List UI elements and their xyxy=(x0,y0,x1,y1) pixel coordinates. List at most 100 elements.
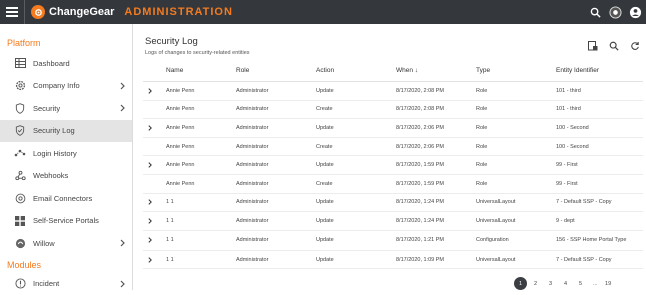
page-button[interactable]: 5 xyxy=(574,277,587,290)
sidebar-item-label: Self-Service Portals xyxy=(33,216,99,225)
cell-when: 8/17/2020, 1:24 PM xyxy=(396,218,476,224)
cell-when: 8/17/2020, 2:08 PM xyxy=(396,106,476,112)
portal-icon xyxy=(14,215,26,227)
sidebar-item-willow[interactable]: Willow xyxy=(0,232,132,255)
cell-action: Create xyxy=(316,106,396,112)
col-header-when[interactable]: When ↓ xyxy=(396,67,476,74)
cell-type: Role xyxy=(476,88,556,94)
sidebar-item-label: Willow xyxy=(33,239,55,248)
cell-name: Annie Penn xyxy=(156,162,236,168)
table-row[interactable]: 1 1AdministratorUpdate8/17/2020, 1:21 PM… xyxy=(143,231,643,251)
chevron-right-icon[interactable] xyxy=(148,257,152,263)
expand-row-cell xyxy=(143,88,156,94)
cell-type: Role xyxy=(476,106,556,112)
main-content: Security Log Logs of changes to security… xyxy=(134,24,646,290)
cell-name: Annie Penn xyxy=(156,144,236,150)
sidebar-item-webhooks[interactable]: Webhooks xyxy=(0,165,132,188)
settings-badge-icon[interactable] xyxy=(608,5,622,19)
menu-icon[interactable] xyxy=(0,0,24,24)
page-button[interactable]: 2 xyxy=(529,277,542,290)
table-row[interactable]: Annie PennAdministratorCreate8/17/2020, … xyxy=(143,175,643,194)
user-avatar-icon[interactable] xyxy=(628,5,642,19)
cell-name: 1 1 xyxy=(156,237,236,243)
table-row[interactable]: Annie PennAdministratorCreate8/17/2020, … xyxy=(143,138,643,157)
col-header-name[interactable]: Name xyxy=(156,67,236,74)
willow-icon xyxy=(14,237,26,249)
cell-entity: 100 - Second xyxy=(556,143,636,151)
top-bar: ChangeGear ADMINISTRATION xyxy=(0,0,646,24)
cell-type: UniversalLayout xyxy=(476,257,556,263)
cell-type: UniversalLayout xyxy=(476,199,556,205)
chevron-right-icon[interactable] xyxy=(148,218,152,224)
table-row[interactable]: 1 1AdministratorUpdate8/17/2020, 1:24 PM… xyxy=(143,212,643,231)
sidebar-item-security[interactable]: Security xyxy=(0,97,132,120)
sidebar-item-label: Dashboard xyxy=(33,59,70,68)
chevron-right-icon[interactable] xyxy=(148,162,152,168)
chevron-right-icon[interactable] xyxy=(148,199,152,205)
table-row[interactable]: 1 1AdministratorUpdate8/17/2020, 1:09 PM… xyxy=(143,251,643,270)
col-header-role[interactable]: Role xyxy=(236,67,316,74)
cell-entity: 7 - Default SSP - Copy xyxy=(556,198,636,206)
cell-name: Annie Penn xyxy=(156,125,236,131)
sidebar-item-login-history[interactable]: Login History xyxy=(0,142,132,165)
logo-gear-icon xyxy=(31,5,45,19)
cell-type: UniversalLayout xyxy=(476,218,556,224)
chevron-right-icon[interactable] xyxy=(148,88,152,94)
search-icon[interactable] xyxy=(608,40,619,51)
page-button[interactable]: 1 xyxy=(514,277,527,290)
gear-icon xyxy=(14,80,26,92)
expand-row-cell xyxy=(143,162,156,168)
logo[interactable]: ChangeGear xyxy=(31,5,114,19)
col-header-when-label: When xyxy=(396,67,413,74)
table-row[interactable]: Annie PennAdministratorCreate8/17/2020, … xyxy=(143,101,643,120)
chevron-right-icon xyxy=(120,82,125,90)
table-row[interactable]: 1 1AdministratorUpdate8/17/2020, 1:24 PM… xyxy=(143,194,643,213)
cell-name: Annie Penn xyxy=(156,88,236,94)
col-header-action[interactable]: Action xyxy=(316,67,396,74)
page-button[interactable]: 3 xyxy=(544,277,557,290)
sidebar: Platform Dashboard Company Info Security… xyxy=(0,24,133,290)
cell-type: Role xyxy=(476,162,556,168)
chevron-right-icon[interactable] xyxy=(148,125,152,131)
search-icon[interactable] xyxy=(588,5,602,19)
cell-name: 1 1 xyxy=(156,218,236,224)
cell-role: Administrator xyxy=(236,144,316,150)
module-title: ADMINISTRATION xyxy=(124,6,233,18)
sort-down-icon: ↓ xyxy=(415,67,418,74)
sidebar-item-security-log[interactable]: Security Log xyxy=(0,120,132,143)
divider xyxy=(24,0,25,24)
sidebar-item-dashboard[interactable]: Dashboard xyxy=(0,52,132,75)
table-row[interactable]: Annie PennAdministratorUpdate8/17/2020, … xyxy=(143,119,643,138)
page-button-last[interactable]: 19 xyxy=(602,277,615,290)
shield-check-icon xyxy=(14,125,26,137)
col-header-entity[interactable]: Entity Identifier xyxy=(556,67,636,75)
cell-action: Update xyxy=(316,199,396,205)
cell-when: 8/17/2020, 2:08 PM xyxy=(396,88,476,94)
cell-entity: 100 - Second xyxy=(556,124,636,132)
sidebar-item-self-service-portals[interactable]: Self-Service Portals xyxy=(0,210,132,233)
cell-when: 8/17/2020, 2:06 PM xyxy=(396,144,476,150)
cell-name: Annie Penn xyxy=(156,106,236,112)
sidebar-item-incident[interactable]: Incident xyxy=(0,273,132,295)
chevron-right-icon[interactable] xyxy=(148,237,152,243)
table-row[interactable]: Annie PennAdministratorUpdate8/17/2020, … xyxy=(143,82,643,101)
modules-section-label: Modules xyxy=(0,255,132,273)
cell-when: 8/17/2020, 1:09 PM xyxy=(396,257,476,263)
cell-role: Administrator xyxy=(236,257,316,263)
table-row[interactable]: Annie PennAdministratorUpdate8/17/2020, … xyxy=(143,156,643,175)
col-header-type[interactable]: Type xyxy=(476,67,556,74)
refresh-icon[interactable] xyxy=(629,40,640,51)
cell-when: 8/17/2020, 1:59 PM xyxy=(396,162,476,168)
page-button[interactable]: 4 xyxy=(559,277,572,290)
sidebar-item-company-info[interactable]: Company Info xyxy=(0,75,132,98)
sidebar-item-email-connectors[interactable]: Email Connectors xyxy=(0,187,132,210)
page-title: Security Log xyxy=(145,36,198,47)
page-subtitle: Logs of changes to security-related enti… xyxy=(145,50,250,56)
network-icon xyxy=(14,147,26,159)
cell-when: 8/17/2020, 1:21 PM xyxy=(396,237,476,243)
platform-section-label: Platform xyxy=(0,24,132,52)
sidebar-item-label: Incident xyxy=(33,279,59,288)
export-icon[interactable] xyxy=(587,40,598,51)
sidebar-item-label: Security xyxy=(33,104,60,113)
cell-when: 8/17/2020, 1:24 PM xyxy=(396,199,476,205)
